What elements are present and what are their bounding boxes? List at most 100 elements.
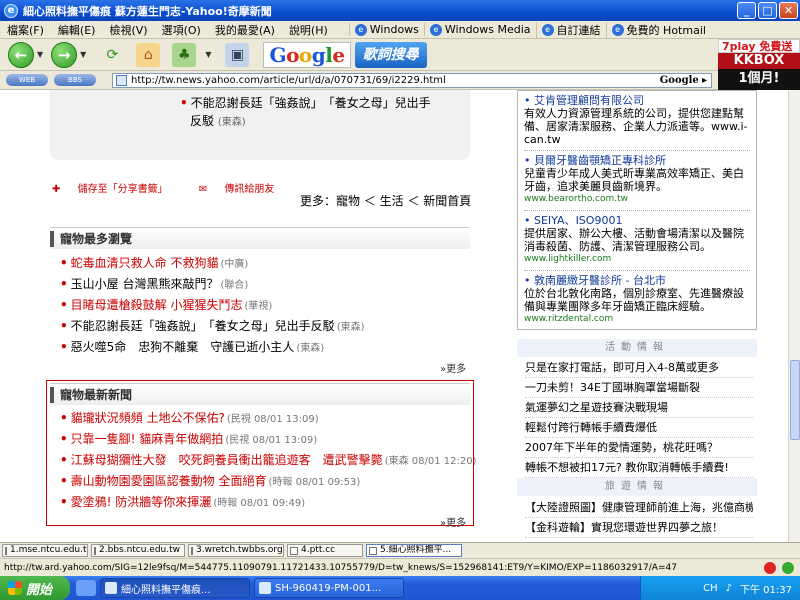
home-icon[interactable]: ⌂ — [136, 42, 161, 67]
quick-launch-icon[interactable] — [76, 580, 96, 596]
page-icon — [94, 546, 96, 555]
taskbar-button-browser[interactable]: 細心照料撫平傷痕... — [100, 578, 250, 598]
popular-list: • 蛇毒血清只救人命 不救狗貓 (中廣) • 玉山小屋 台灣黑熊來敲門？ (聯合) • 目… — [60, 253, 365, 358]
google-search-label[interactable]: Google ▸ — [660, 75, 711, 86]
list-item[interactable]: • 壽山動物園愛園區認養動物 全面絕育 (時報 08/01 09:53) — [60, 471, 476, 492]
maximize-button[interactable]: □ — [758, 2, 777, 19]
volume-icon[interactable]: ♪ — [726, 583, 732, 594]
list-item[interactable]: 【大陸證照圖】健康管理師前進上海，兆億商機 — [525, 498, 753, 518]
list-item[interactable]: 【金科遊輪】實現您環遊世界四夢之旅！ — [525, 518, 753, 538]
chevron-down-icon[interactable]: ▼ — [37, 50, 43, 59]
bullet-icon: • — [60, 453, 68, 467]
list-item[interactable]: • 惡火噬5命 忠狗不離棄 守護已逝小主人 (東森) — [60, 337, 365, 358]
toolbar: ← ▼ → ▼ ⟳ ⌂ ♣ ▼ ▣ Google 歌詞搜尋 — [0, 39, 718, 71]
address-bar: WEB BBS http://tw.news.yahoo.com/article… — [0, 71, 718, 90]
kkbox-ad[interactable]: 7play 免費送 KKBOX 1個月! — [718, 39, 800, 90]
page-icon — [290, 546, 298, 555]
menu-favorites[interactable]: 我的最愛(A) — [208, 22, 282, 38]
start-button[interactable]: 開始 — [0, 576, 70, 600]
menu-help[interactable]: 說明(H) — [282, 22, 335, 38]
mail-icon: ✉ — [198, 184, 208, 195]
lyric-search-button[interactable]: 歌詞搜尋 — [354, 41, 427, 68]
menu-view[interactable]: 檢視(V) — [102, 22, 154, 38]
bullet-icon: • — [60, 298, 68, 312]
bookmark-icon: ✚ — [52, 184, 61, 195]
list-item-cont[interactable]: 反駁 (東森) — [180, 112, 470, 132]
events-list: 只是在家打電話，即可月入4-8萬或更多 一刀未剪！34E丁國琳胸罩當場斷裂 氣運… — [525, 358, 753, 478]
close-button[interactable]: ✕ — [779, 2, 798, 19]
internet-zone-icon — [782, 561, 794, 574]
scrollbar-thumb[interactable] — [790, 360, 800, 440]
menu-edit[interactable]: 編輯(E) — [51, 22, 103, 38]
list-item[interactable]: 轉帳不想被扣17元? 教你取消轉帳手續費! — [525, 458, 753, 478]
page-icon — [369, 546, 377, 555]
list-item[interactable]: • 貓瓏狀況頻頻 土地公不保佑? (民視 08/01 13:09) — [60, 408, 476, 429]
refresh-icon[interactable]: ⟳ — [100, 43, 124, 67]
chevron-down-icon[interactable]: ▼ — [80, 50, 86, 59]
list-item[interactable]: 只是在家打電話，即可月入4-8萬或更多 — [525, 358, 753, 378]
page-content: • 不能忍謝長廷「強姦說」 「養女之母」兒出手 反駁 (東森) ✚ 儲存至「分享書… — [0, 90, 788, 542]
ad-item[interactable]: 敦南麗緻牙醫診所 - 台北市 位於台北敦化南路，個別診療室、先進醫療設備與專業團… — [524, 271, 750, 330]
latest-more-link[interactable]: »更多 — [440, 514, 466, 529]
link-custom[interactable]: e 自訂連結 — [535, 21, 606, 38]
media-icon[interactable]: ♣ — [172, 42, 197, 67]
tab-5-active[interactable]: 5.細心照料撫平... — [366, 544, 462, 557]
ad-item[interactable]: 艾肯管理顧問有限公司 有效人力資源管理系統的公司，提供您建點幫備、居家清潔服務、… — [524, 91, 750, 151]
forward-button[interactable]: → — [51, 41, 78, 68]
save-bookmark-link[interactable]: ✚ 儲存至「分享書籤」 — [52, 184, 182, 195]
more-nav[interactable]: 更多：寵物 ＜ 生活 ＜ 新聞首頁 — [300, 192, 471, 209]
list-item[interactable]: • 不能忍謝長廷「強姦說」 「養女之母」兒出手 — [180, 94, 470, 112]
address-url[interactable]: http://tw.news.yahoo.com/article/url/d/a… — [131, 75, 660, 86]
send-friend-link[interactable]: ✉ 傳訊給朋友 — [199, 184, 289, 195]
web-button[interactable]: WEB — [6, 74, 48, 86]
window-icon — [259, 582, 271, 594]
list-item[interactable]: 2007年下半年的愛情運勢，桃花旺嗎？ — [525, 438, 753, 458]
list-item[interactable]: • 蛇毒血清只救人命 不救狗貓 (中廣) — [60, 253, 365, 274]
google-logo[interactable]: Google — [263, 41, 351, 68]
bullet-icon: • — [60, 432, 68, 446]
events-title: 活動情報 — [517, 339, 757, 357]
list-item[interactable]: • 不能忍謝長廷「強姦說」 「養女之母」兒出手反駁 (東森) — [60, 316, 365, 337]
status-text: http://tw.ard.yahoo.com/SIG=12le9fsq/M=5… — [4, 562, 677, 573]
tab-strip: 1.mse.ntcu.edu.tw 2.bbs.ntcu.edu.tw 3.wr… — [0, 542, 800, 558]
tab-1[interactable]: 1.mse.ntcu.edu.tw — [2, 544, 88, 557]
tab-4[interactable]: 4.ptt.cc — [287, 544, 363, 557]
windows-logo-icon — [8, 581, 22, 595]
language-indicator[interactable]: CH — [703, 583, 718, 594]
latest-section-title: 寵物最新新聞 — [50, 383, 470, 405]
list-item[interactable]: 一刀未剪！34E丁國琳胸罩當場斷裂 — [525, 378, 753, 398]
vertical-scrollbar[interactable] — [788, 90, 800, 542]
page-icon — [5, 546, 7, 555]
minimize-button[interactable]: _ — [737, 2, 756, 19]
tab-3[interactable]: 3.wretch.twbbs.org — [188, 544, 284, 557]
chevron-down-icon[interactable]: ▼ — [205, 50, 211, 59]
popup-blocked-icon[interactable] — [764, 561, 776, 574]
security-icon[interactable]: ▣ — [225, 42, 250, 67]
ie-icon — [105, 582, 117, 594]
list-item[interactable]: • 江蘇母猢獼性大發 咬死飼養員衝出籠追遊客 遭武警擊斃 (東森 08/01 12:… — [60, 450, 476, 471]
list-item[interactable]: 輕鬆付跨行轉帳手續費爆低 — [525, 418, 753, 438]
list-item[interactable]: • 只靠一隻腳! 貓麻青年做網拍 (民視 08/01 13:09) — [60, 429, 476, 450]
tab-2[interactable]: 2.bbs.ntcu.edu.tw — [91, 544, 185, 557]
link-windows-media[interactable]: e Windows Media — [423, 23, 536, 36]
back-button[interactable]: ← — [8, 41, 34, 68]
clock: 下午 01:37 — [740, 584, 792, 596]
ad-item[interactable]: SEIYA、ISO9001 提供居家、辦公大樓、活動會場清潔以及醫院消毒殺菌、防… — [524, 211, 750, 271]
ad-item[interactable]: 貝爾牙醫齒顎矯正專科診所 兒童青少年成人美式昕專業高效率矯正、美白牙齒，追求美麗… — [524, 151, 750, 211]
kkbox-ad-brand: KKBOX — [718, 53, 800, 69]
list-item[interactable]: • 目睹母遭槍殺鼓解 小猩猩失鬥志 (華視) — [60, 295, 365, 316]
link-windows[interactable]: e Windows — [348, 23, 424, 36]
list-item[interactable]: • 玉山小屋 台灣黑熊來敲門？ (聯合) — [60, 274, 365, 295]
bbs-button[interactable]: BBS — [54, 74, 96, 86]
link-hotmail[interactable]: e 免費的 Hotmail — [605, 21, 711, 38]
list-item[interactable]: 氣運夢幻之星遊技賽決戰現場 — [525, 398, 753, 418]
recommend-list: 【大陸證照圖】健康管理師前進上海，兆億商機 【金科遊輪】實現您環遊世界四夢之旅！ — [525, 498, 753, 538]
taskbar-button-sh[interactable]: SH-960419-PM-001... — [254, 578, 404, 598]
menu-options[interactable]: 選項(O) — [155, 22, 208, 38]
bullet-icon: • — [60, 277, 68, 291]
popular-more-link[interactable]: »更多 — [440, 360, 466, 375]
list-item[interactable]: • 愛塗鴉! 防洪牆等你來揮灑 (時報 08/01 09:49) — [60, 492, 476, 513]
address-input[interactable]: http://tw.news.yahoo.com/article/url/d/a… — [112, 73, 712, 88]
menu-file[interactable]: 檔案(F) — [0, 22, 51, 38]
popular-section-title: 寵物最多瀏覽 — [50, 227, 470, 249]
